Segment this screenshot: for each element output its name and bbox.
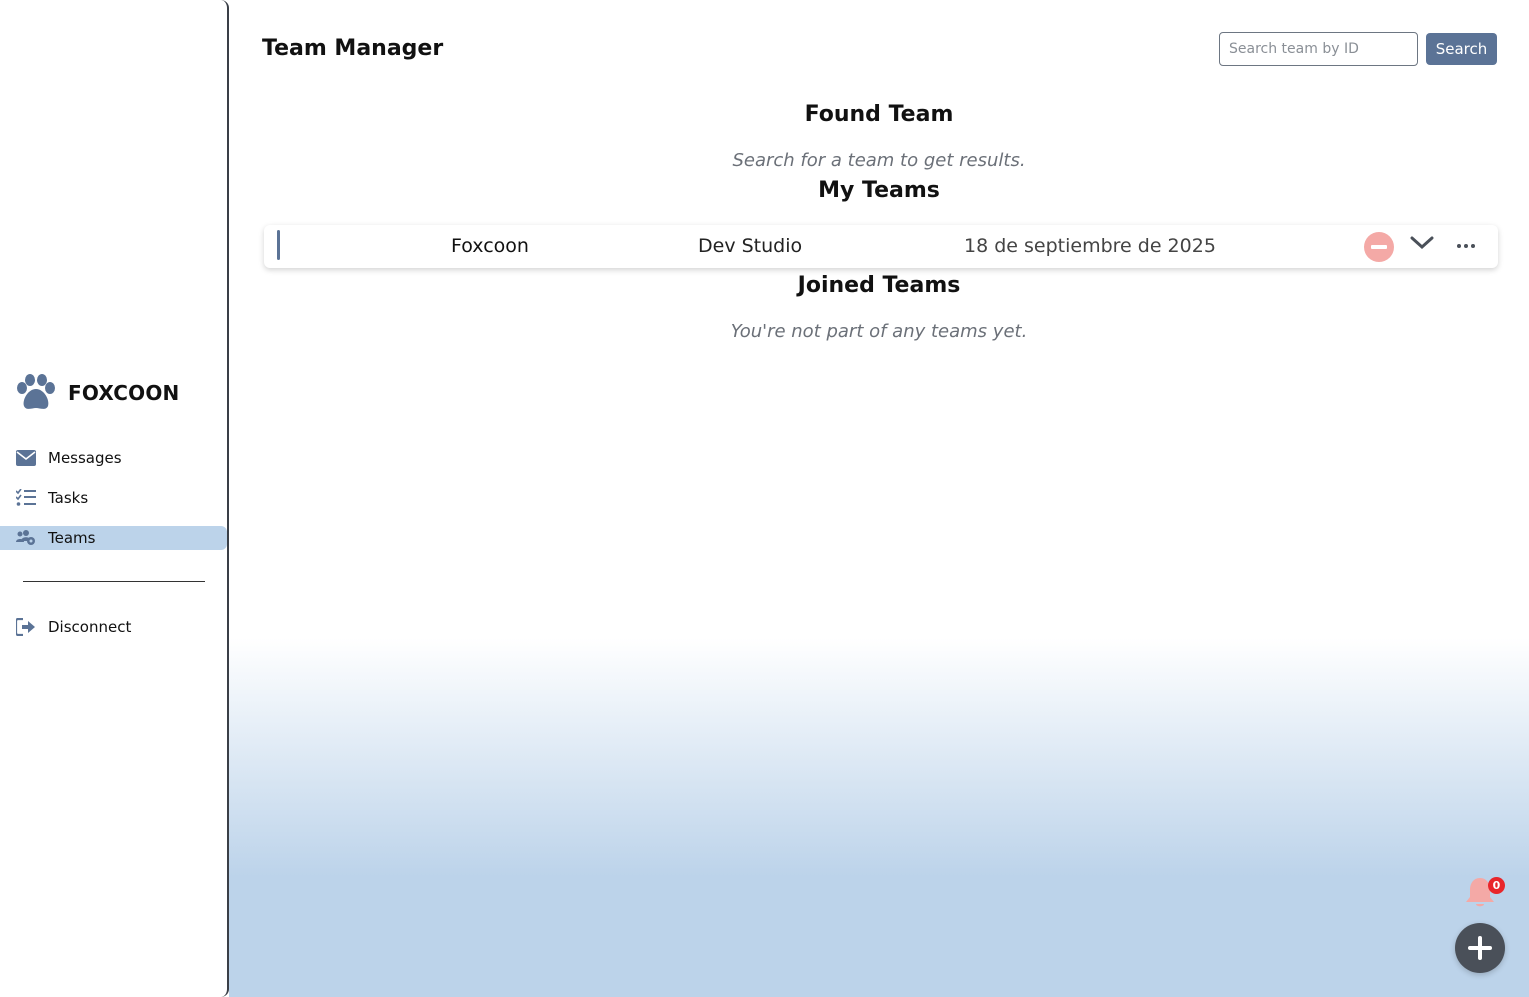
more-options-button[interactable] [1454,233,1478,259]
add-team-button[interactable] [1455,923,1505,973]
sidebar-item-label: Messages [48,449,122,467]
sidebar: FOXCOON Messages Tasks Teams Disconnect [0,0,229,997]
leave-team-button[interactable] [1363,231,1395,263]
paw-icon [17,374,55,409]
sidebar-divider [23,581,205,582]
chevron-down-icon [1410,236,1434,250]
found-team-title: Found Team [804,102,954,127]
main-content: Team Manager Search Found Team Search fo… [229,0,1529,997]
page-title: Team Manager [262,36,444,61]
joined-teams-empty-message: You're not part of any teams yet. [730,321,1028,342]
envelope-icon [16,449,36,467]
team-row[interactable]: Foxcoon Dev Studio 18 de septiembre de 2… [264,225,1498,268]
search-button[interactable]: Search [1426,33,1497,65]
search-input[interactable] [1219,32,1418,66]
notification-count-badge: 0 [1488,877,1505,894]
sidebar-item-teams[interactable]: Teams [0,526,227,550]
team-date: 18 de septiembre de 2025 [964,235,1216,257]
sidebar-item-label: Tasks [48,489,89,507]
ellipsis-icon [1457,244,1475,248]
joined-teams-title: Joined Teams [797,273,961,298]
task-list-icon [16,489,36,507]
sidebar-item-label: Disconnect [48,618,132,636]
row-accent-bar [277,230,280,260]
users-gear-icon [16,529,36,547]
app-root: FOXCOON Messages Tasks Teams Disconnect … [0,0,1529,997]
minus-circle-icon [1364,232,1394,262]
team-organization: Dev Studio [698,235,803,257]
brand: FOXCOON [15,374,179,412]
sign-out-icon [16,618,36,636]
sidebar-item-tasks[interactable]: Tasks [0,486,227,510]
expand-button[interactable] [1409,231,1435,255]
sidebar-item-label: Teams [48,529,96,547]
sidebar-item-messages[interactable]: Messages [0,446,227,470]
brand-name: FOXCOON [68,381,180,405]
found-team-empty-message: Search for a team to get results. [732,150,1026,171]
team-name: Foxcoon [451,235,529,257]
sidebar-item-disconnect[interactable]: Disconnect [0,615,227,639]
plus-icon [1468,936,1492,960]
my-teams-title: My Teams [818,178,940,203]
